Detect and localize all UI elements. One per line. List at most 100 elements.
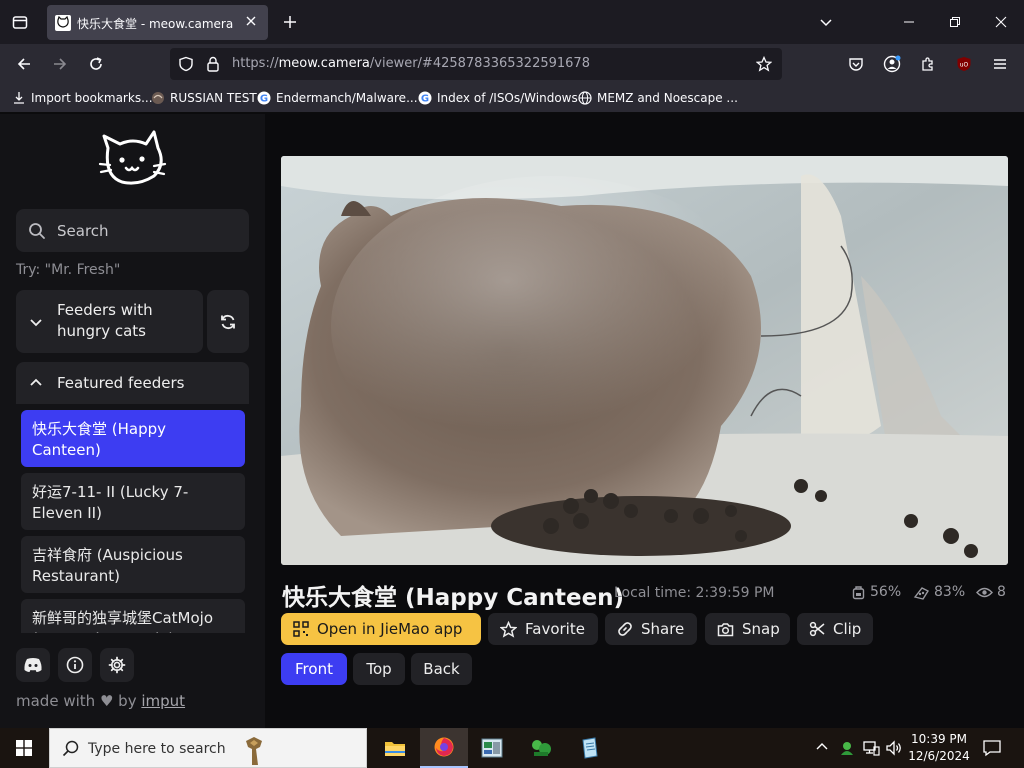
- google-icon: G: [418, 91, 432, 105]
- terminal-taskbar-icon[interactable]: [468, 728, 516, 768]
- feeder-item-auspicious-restaurant[interactable]: 吉祥食府 (Auspicious Restaurant): [21, 536, 245, 593]
- google-icon: G: [257, 91, 271, 105]
- search-highlight-icon: [240, 731, 270, 767]
- imput-link[interactable]: imput: [141, 692, 185, 710]
- windows-logo-icon: [16, 740, 32, 756]
- network-icon[interactable]: [862, 739, 880, 757]
- clock-date: 12/6/2024: [908, 749, 970, 763]
- start-button[interactable]: [0, 728, 48, 768]
- feeder-item-happy-canteen[interactable]: 快乐大食堂 (Happy Canteen): [21, 410, 245, 467]
- new-tab-icon[interactable]: [276, 8, 304, 36]
- feeder-item-lucky-7-eleven[interactable]: 好运7-11- II (Lucky 7-Eleven II): [21, 473, 245, 530]
- qr-code-icon: [293, 621, 317, 637]
- site-icon: [151, 91, 165, 105]
- cat-favicon-icon: [55, 15, 71, 31]
- green-app-taskbar-icon[interactable]: [517, 728, 565, 768]
- eye-icon: [976, 586, 997, 599]
- scissors-icon: [809, 621, 833, 637]
- hungry-panel-label: Feeders with hungry cats: [57, 301, 153, 340]
- close-tab-icon[interactable]: [245, 15, 257, 27]
- info-icon: [66, 656, 84, 674]
- system-clock[interactable]: 10:39 PM 12/6/2024: [904, 731, 974, 765]
- share-button[interactable]: Share: [605, 613, 697, 645]
- svg-text:G: G: [421, 94, 429, 105]
- bookmark-russian-test[interactable]: RUSSIAN TEST: [151, 91, 257, 105]
- extensions-icon[interactable]: [914, 50, 942, 78]
- forward-arrow-icon[interactable]: [46, 50, 74, 78]
- back-arrow-icon[interactable]: [10, 50, 38, 78]
- chevron-up-icon[interactable]: [28, 375, 44, 391]
- firefox-taskbar-icon[interactable]: [420, 728, 468, 768]
- close-window-icon[interactable]: [987, 8, 1015, 36]
- about-button[interactable]: [58, 648, 92, 682]
- show-hidden-icons-icon[interactable]: [815, 740, 829, 754]
- pocket-icon[interactable]: [842, 50, 870, 78]
- star-icon: [500, 620, 525, 638]
- open-in-app-button[interactable]: Open in JieMao app: [281, 613, 481, 645]
- camera-video[interactable]: [281, 156, 1008, 565]
- svg-text:G: G: [260, 94, 268, 105]
- snap-button[interactable]: Snap: [705, 613, 790, 645]
- account-icon[interactable]: [878, 50, 906, 78]
- import-icon: [12, 91, 26, 105]
- view-top-button[interactable]: Top: [353, 653, 405, 685]
- food-stat: 83%: [913, 584, 965, 600]
- bookmark-memz[interactable]: MEMZ and Noescape ...: [578, 91, 738, 105]
- refresh-button[interactable]: [207, 290, 249, 353]
- discord-icon: [23, 657, 43, 673]
- discord-button[interactable]: [16, 648, 50, 682]
- camera-title: 快乐大食堂 (Happy Canteen): [282, 585, 625, 611]
- notepad-taskbar-icon[interactable]: [566, 728, 614, 768]
- meow-camera-logo[interactable]: [98, 130, 168, 192]
- settings-button[interactable]: [100, 648, 134, 682]
- volume-icon[interactable]: [885, 739, 903, 757]
- food-bowl-icon: [913, 585, 934, 600]
- feeder-list: 快乐大食堂 (Happy Canteen) 好运7-11- II (Lucky …: [16, 404, 249, 633]
- bookmarks-toolbar: Import bookmarks... RUSSIAN TEST G Ender…: [0, 84, 1024, 113]
- heart-icon: ♥: [99, 692, 114, 710]
- tab-overview-icon[interactable]: [6, 8, 34, 36]
- clock-time: 10:39 PM: [911, 732, 967, 746]
- restore-icon[interactable]: [941, 8, 969, 36]
- tab-active[interactable]: 快乐大食堂 - meow.camera: [47, 5, 268, 40]
- bookmark-index-isos[interactable]: G Index of /ISOs/Windows: [418, 91, 578, 105]
- made-with-footer: made with ♥ by imput: [16, 692, 186, 710]
- link-icon: [617, 621, 641, 637]
- search-hint: Try: "Mr. Fresh": [16, 262, 121, 278]
- bookmark-endermanch[interactable]: G Endermanch/Malware...: [257, 91, 418, 105]
- camera-icon: [717, 622, 742, 637]
- view-front-button[interactable]: Front: [281, 653, 347, 685]
- url-text: https://meow.camera/viewer/#425878336532…: [232, 56, 590, 71]
- reload-icon[interactable]: [82, 50, 110, 78]
- file-explorer-taskbar-icon[interactable]: [371, 728, 419, 768]
- ublock-icon[interactable]: uO: [950, 50, 978, 78]
- favorite-button[interactable]: Favorite: [488, 613, 598, 645]
- globe-icon: [578, 91, 592, 105]
- gear-icon: [108, 656, 126, 674]
- hungry-feeders-toggle[interactable]: Feeders with hungry cats: [16, 290, 203, 353]
- tab-title: 快乐大食堂 - meow.camera: [77, 17, 234, 31]
- featured-panel-label[interactable]: Featured feeders: [57, 373, 184, 394]
- feeder-item-mr-fresh-castle[interactable]: 新鲜哥的独享城堡CatMojo (Mr. Fresh's Castle): [21, 599, 245, 633]
- padlock-icon[interactable]: [206, 56, 220, 72]
- bookmark-import[interactable]: Import bookmarks...: [12, 91, 153, 105]
- search-placeholder: Search: [57, 222, 109, 240]
- clip-button[interactable]: Clip: [797, 613, 873, 645]
- notifications-icon[interactable]: [982, 738, 1002, 758]
- minimize-icon[interactable]: [895, 8, 923, 36]
- view-back-button[interactable]: Back: [411, 653, 472, 685]
- page-content: Search Try: "Mr. Fresh" Feeders with hun…: [0, 114, 1024, 728]
- tracking-shield-icon[interactable]: [178, 56, 194, 72]
- bookmark-star-icon[interactable]: [756, 56, 772, 72]
- storage-stat: 56%: [851, 584, 901, 600]
- tray-app-icon[interactable]: [838, 739, 856, 757]
- refresh-icon: [219, 313, 237, 331]
- nav-toolbar: https://meow.camera/viewer/#425878336532…: [0, 44, 1024, 84]
- taskbar-search-input[interactable]: Type here to search: [49, 728, 367, 768]
- menu-icon[interactable]: [986, 50, 1014, 78]
- tab-bar: 快乐大食堂 - meow.camera: [0, 0, 1024, 44]
- address-bar[interactable]: https://meow.camera/viewer/#425878336532…: [170, 48, 782, 80]
- search-input[interactable]: Search: [16, 209, 249, 252]
- list-tabs-icon[interactable]: [812, 8, 840, 36]
- local-time: Local time: 2:39:59 PM: [614, 585, 775, 601]
